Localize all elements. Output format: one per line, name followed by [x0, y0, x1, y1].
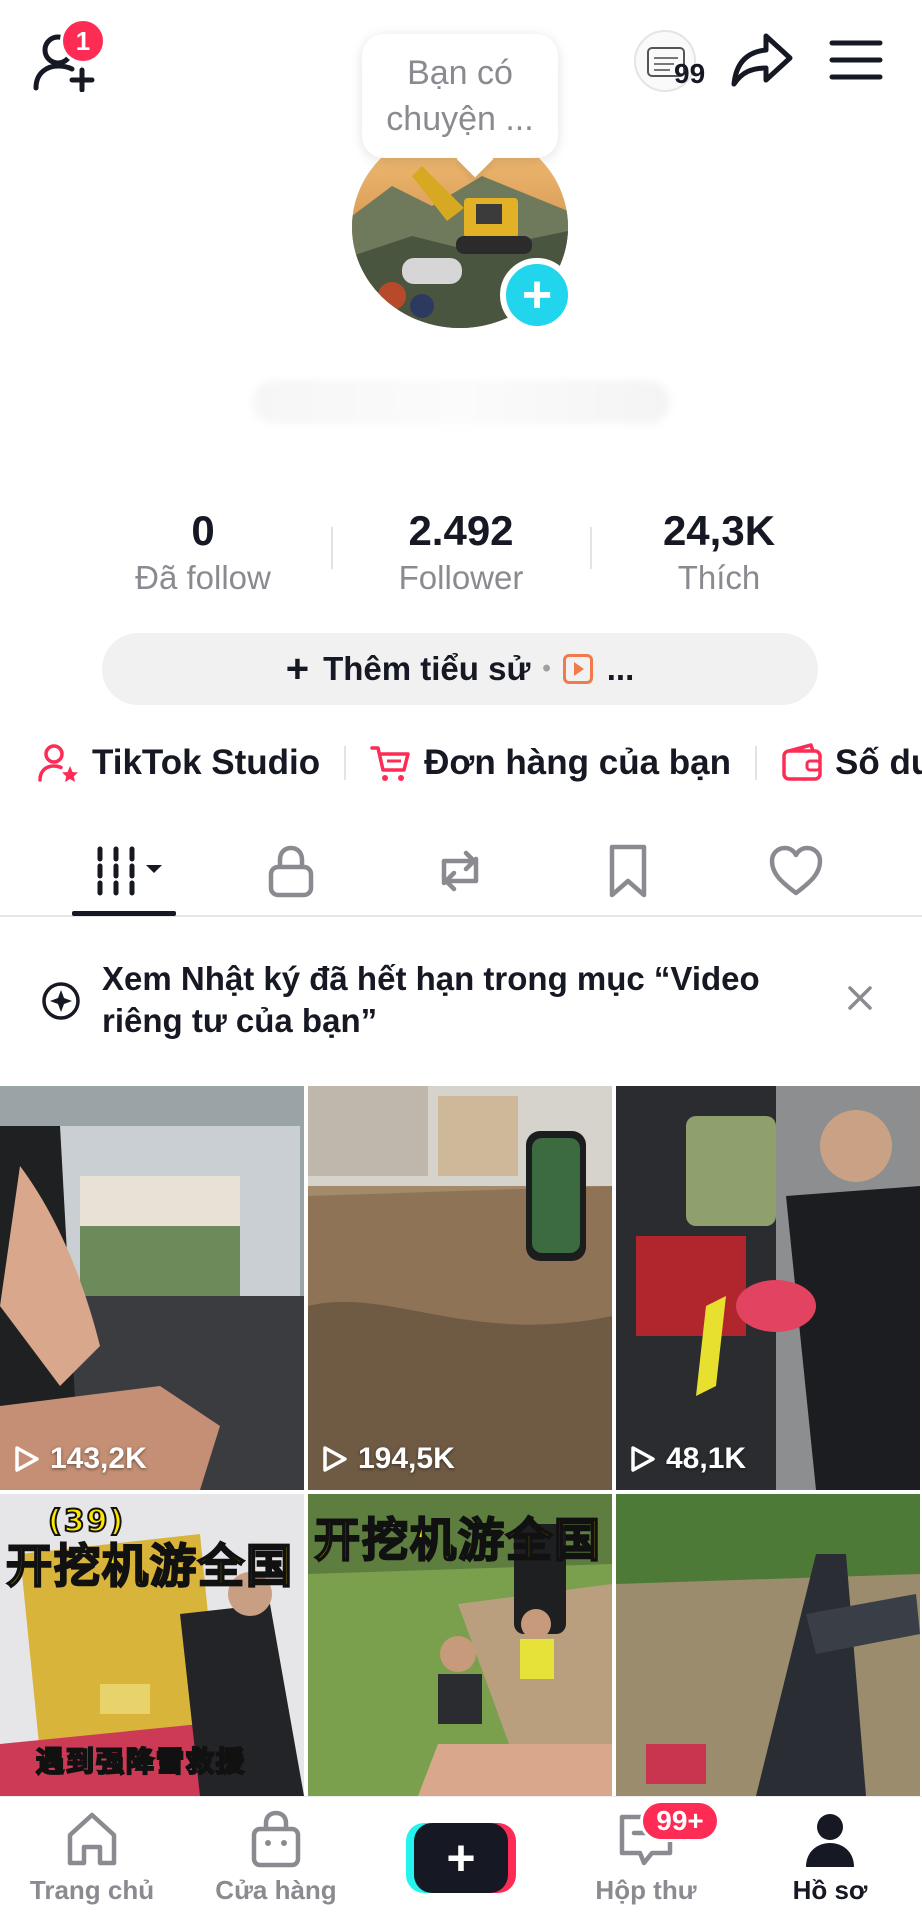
video-thumbnail-image [616, 1494, 920, 1796]
add-bio-button[interactable]: + Thêm tiểu sử • ... [102, 633, 818, 705]
view-count: 48,1K [630, 1442, 746, 1476]
video-overlay-subtitle: 遇到强降雪救援 [35, 1744, 247, 1779]
shortcut-tiktok-studio[interactable]: TikTok Studio [38, 742, 320, 784]
bio-more: ... [606, 650, 635, 687]
stat-likes-value: 24,3K [662, 507, 776, 554]
hamburger-menu-icon [829, 40, 883, 80]
nav-home[interactable]: Trang chủ [12, 1809, 172, 1906]
shortcut-orders[interactable]: Đơn hàng của bạn [370, 742, 731, 784]
shortcut-balance[interactable]: Số dư [781, 742, 922, 784]
shortcut-label: TikTok Studio [92, 743, 321, 782]
nav-shop-label: Cửa hàng [215, 1875, 337, 1905]
home-icon [67, 1812, 117, 1866]
shortcut-divider [344, 746, 347, 780]
plus-icon: + [285, 646, 310, 691]
stat-following[interactable]: 0 Đã follow [103, 505, 303, 599]
profile-tabs [0, 825, 922, 917]
profile-icon [806, 1814, 854, 1867]
tab-private[interactable] [259, 843, 323, 899]
nav-inbox-label: Hộp thư [595, 1875, 697, 1905]
video-thumbnail[interactable] [616, 1494, 920, 1796]
shortcut-row: TikTok Studio Đơn hàng của bạn Số dư [38, 738, 922, 788]
view-count: 194,5K [322, 1442, 455, 1476]
add-story-button[interactable]: + [500, 258, 574, 332]
create-plus-icon: + [414, 1823, 508, 1893]
repost-icon [441, 850, 479, 892]
video-grid: 143,2K 194,5K 48,1K (39) 开挖机游全国 遇到强降雪救援 … [0, 1086, 922, 1796]
tab-reposts[interactable] [428, 843, 492, 899]
view-count-text: 194,5K [358, 1442, 455, 1475]
video-thumbnail[interactable]: 194,5K [308, 1086, 612, 1490]
banner-text: Xem Nhật ký đã hết hạn trong mục “Video … [102, 960, 760, 1039]
share-arrow-icon [731, 33, 793, 87]
stat-following-label: Đã follow [135, 559, 271, 596]
person-star-icon [38, 744, 78, 782]
nav-profile[interactable]: Hồ sơ [750, 1809, 910, 1906]
video-thumbnail[interactable]: 143,2K [0, 1086, 304, 1490]
shortcut-divider [755, 746, 758, 780]
separator-dot: • [542, 655, 551, 682]
stat-followers[interactable]: 2.492 Follower [361, 505, 561, 599]
video-thumbnail[interactable]: 48,1K [616, 1086, 920, 1490]
bottom-navigation: Trang chủ Cửa hàng + Hộp thư Hồ sơ [0, 1796, 922, 1920]
share-button[interactable] [730, 30, 796, 90]
lock-icon [268, 845, 314, 898]
sparkle-story-icon [42, 982, 80, 1020]
expired-diary-banner[interactable]: Xem Nhật ký đã hết hạn trong mục “Video … [0, 940, 922, 1080]
stat-likes[interactable]: 24,3K Thích [619, 505, 819, 599]
play-icon [323, 1446, 347, 1472]
active-tab-indicator [72, 911, 176, 916]
grid-icon [97, 846, 162, 896]
view-count: 143,2K [14, 1442, 147, 1476]
play-icon [15, 1446, 39, 1472]
video-overlay-title: 开挖机游全国 [5, 1538, 294, 1594]
note-bubble[interactable]: Bạn có chuyện ... [362, 34, 558, 158]
tab-liked[interactable] [764, 843, 828, 899]
stat-followers-value: 2.492 [408, 507, 514, 554]
stat-likes-label: Thích [677, 559, 761, 596]
stat-divider [590, 527, 592, 569]
wallet-icon [782, 743, 822, 781]
cart-icon [370, 746, 410, 781]
video-thumbnail-image [0, 1086, 304, 1490]
heart-icon [769, 845, 823, 896]
play-icon [631, 1446, 655, 1472]
video-thumbnail[interactable]: 开挖机游全国 [308, 1494, 612, 1796]
video-thumbnail-image [308, 1086, 612, 1490]
stat-followers-label: Follower [398, 559, 524, 596]
inbox-badge: 99+ [640, 1800, 720, 1842]
tab-videos[interactable] [94, 843, 174, 899]
stat-following-value: 0 [191, 507, 215, 554]
shortcut-label: Đơn hàng của bạn [424, 743, 732, 782]
profile-stats: 0 Đã follow 2.492 Follower 24,3K Thích [0, 505, 922, 605]
close-icon[interactable] [846, 984, 874, 1012]
nav-shop[interactable]: Cửa hàng [196, 1809, 356, 1906]
username-blurred [252, 380, 670, 424]
plus-icon: + [521, 266, 553, 324]
video-thumbnail-image [616, 1086, 920, 1490]
stat-divider [331, 527, 333, 569]
view-count-text: 143,2K [50, 1442, 147, 1475]
menu-button[interactable] [828, 38, 884, 82]
video-play-icon [562, 654, 593, 684]
create-button[interactable]: + [406, 1823, 516, 1893]
story-count: 99 [674, 58, 706, 89]
notification-badge: 1 [60, 18, 106, 64]
video-thumbnail[interactable]: (39) 开挖机游全国 遇到强降雪救援 [0, 1494, 304, 1796]
nav-home-label: Trang chủ [29, 1875, 155, 1905]
tab-favorites[interactable] [596, 843, 660, 899]
video-overlay-title: 开挖机游全国 [313, 1512, 602, 1568]
nav-profile-label: Hồ sơ [792, 1875, 868, 1905]
bookmark-icon [609, 844, 647, 898]
shop-bag-icon [251, 1810, 301, 1868]
add-bio-label: Thêm tiểu sử [323, 650, 531, 687]
shortcut-label: Số dư [835, 743, 922, 782]
view-count-text: 48,1K [666, 1442, 747, 1475]
